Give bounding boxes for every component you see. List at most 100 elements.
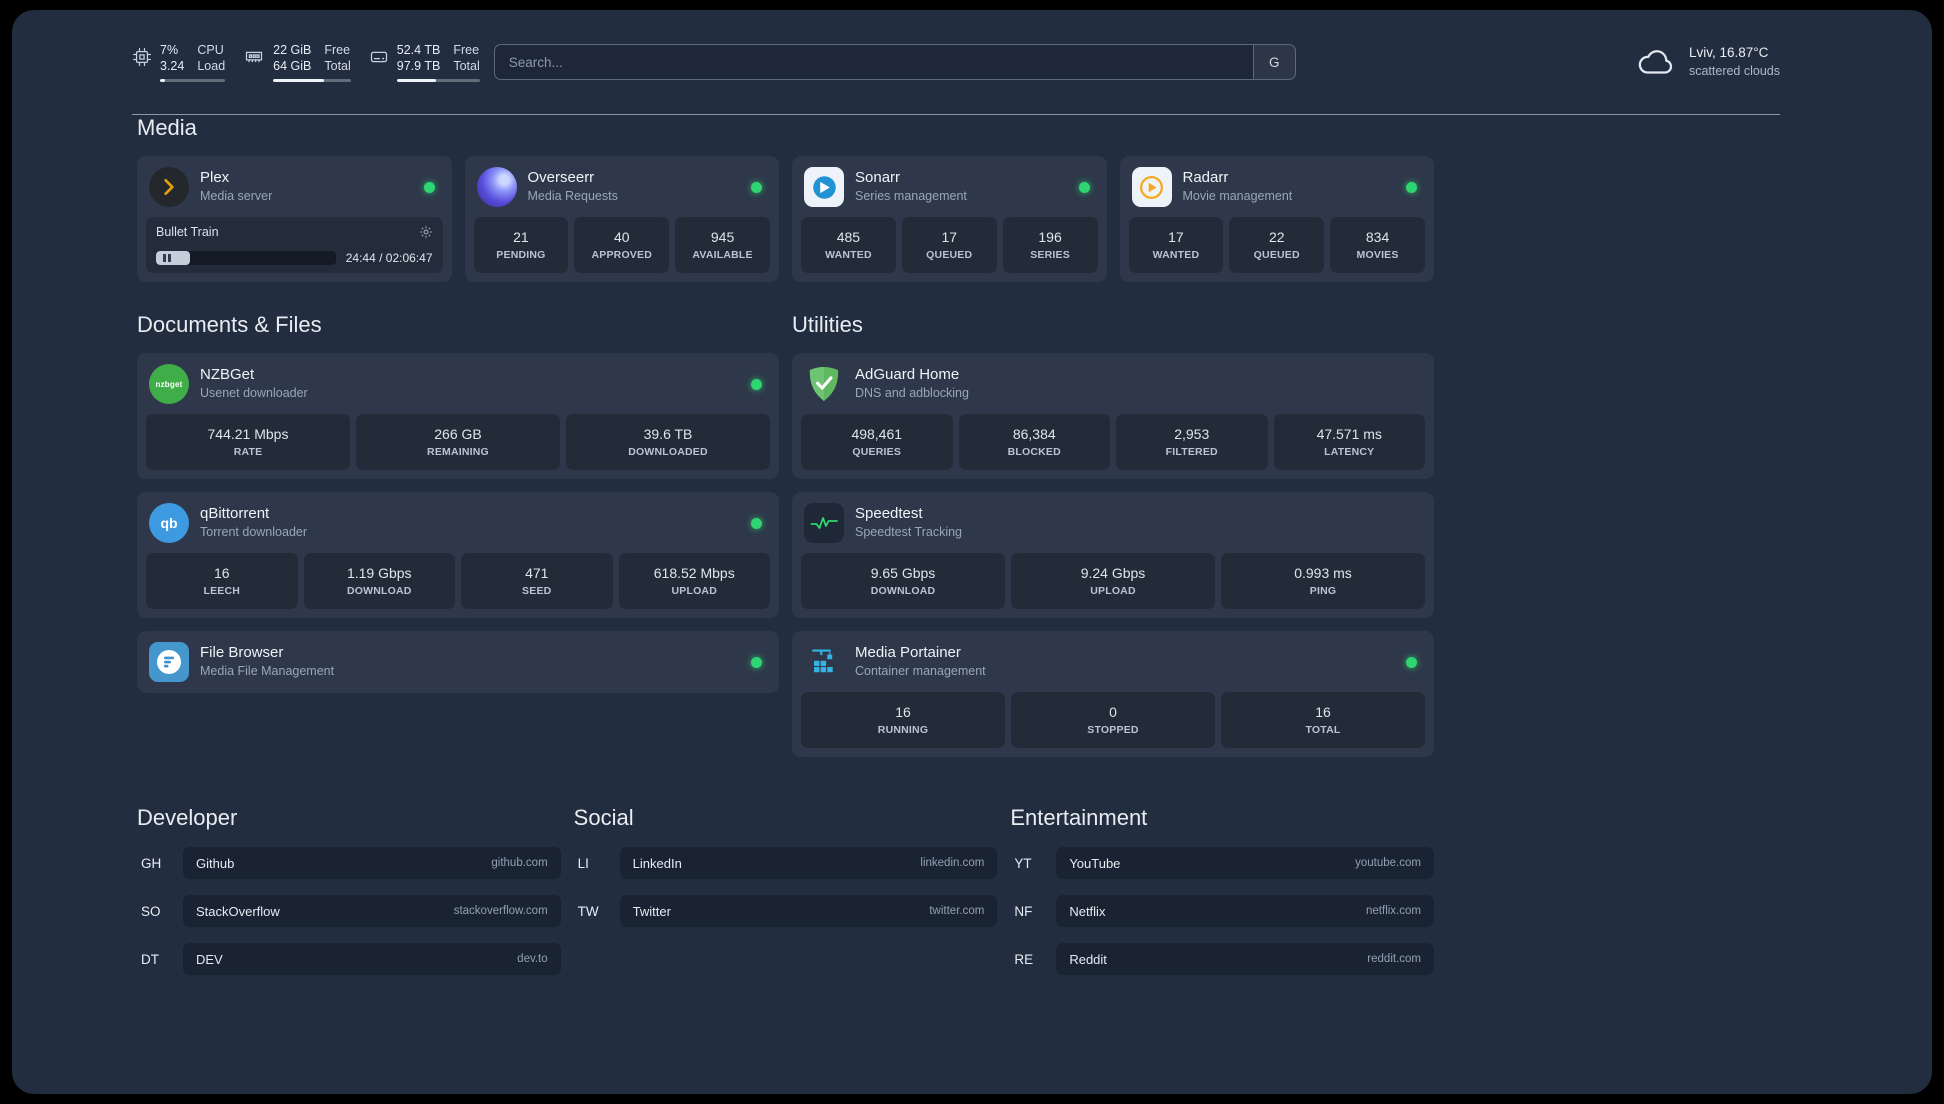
settings-icon[interactable]: [419, 225, 433, 239]
bookmark-stackoverflow[interactable]: SO StackOverflow stackoverflow.com: [137, 895, 561, 927]
search-input[interactable]: [494, 45, 1253, 79]
service-card-filebrowser[interactable]: File Browser Media File Management: [137, 631, 779, 693]
search-provider-button[interactable]: G: [1252, 45, 1295, 79]
stat-tile: 16 TOTAL: [1221, 692, 1425, 748]
memory-usage-bar: [273, 78, 351, 82]
speedtest-icon: [804, 503, 844, 543]
bookmark-dev[interactable]: DT DEV dev.to: [137, 943, 561, 975]
bookmark-group-social: Social LI LinkedIn linkedin.com TW Twitte…: [574, 805, 998, 975]
status-dot: [751, 378, 762, 390]
filebrowser-icon: [149, 642, 189, 682]
service-card-plex[interactable]: Plex Media server Bullet Train 24:44 / 0…: [137, 156, 452, 282]
disk-total: 97.9 TB: [396, 59, 441, 74]
memory-total-label: Total: [324, 59, 351, 74]
status-dot: [423, 181, 435, 193]
service-name: Media Portainer: [855, 644, 961, 662]
stat-tile: 834 MOVIES: [1330, 217, 1425, 273]
service-description: Torrent downloader: [200, 525, 308, 540]
stat-tile: 196 SERIES: [1002, 217, 1098, 273]
status-dot: [1078, 181, 1090, 193]
portainer-icon: [804, 642, 844, 682]
service-description: Media server: [200, 189, 273, 204]
weather-condition: scattered clouds: [1688, 63, 1780, 78]
stat-tile: 485 WANTED: [801, 217, 896, 273]
stat-tile: 16 LEECH: [146, 553, 298, 609]
service-name: Plex: [200, 169, 230, 187]
disk-free-label: Free: [453, 43, 480, 57]
service-name: Radarr: [1182, 169, 1229, 187]
radarr-icon: [1131, 167, 1172, 207]
service-card-sonarr[interactable]: Sonarr Series management 485 WANTED 17 Q…: [792, 156, 1107, 282]
section-title-media: Media: [137, 115, 197, 140]
qbittorrent-icon: qb: [149, 503, 189, 543]
cloud-icon: [1638, 50, 1673, 74]
cpu-label: CPU: [197, 43, 224, 57]
content: Media Plex Media server Bullet Train 24:…: [137, 115, 1434, 1015]
stat-tile: 86,384 BLOCKED: [958, 414, 1110, 470]
cpu-usage: 7%: [160, 43, 179, 57]
service-card-adguard[interactable]: AdGuard Home DNS and adblocking 498,461 …: [792, 353, 1434, 479]
weather-location-temp: Lviv, 16.87°C: [1688, 45, 1769, 61]
stat-tile: 21 PENDING: [473, 217, 569, 273]
memory-free: 22 GiB: [273, 43, 312, 57]
plex-icon: [149, 167, 189, 207]
search-bar: G: [493, 44, 1296, 80]
bookmark-youtube[interactable]: YT YouTube youtube.com: [1010, 847, 1434, 879]
cpu-load-label: Load: [197, 59, 226, 74]
sonarr-icon: [804, 167, 844, 207]
stat-tile: 1.19 Gbps DOWNLOAD: [303, 553, 455, 609]
stat-tile: 17 QUEUED: [901, 217, 997, 273]
bookmark-github[interactable]: GH Github github.com: [137, 847, 561, 879]
playback-progress-fill: [156, 251, 191, 265]
stat-tile: 9.65 Gbps DOWNLOAD: [801, 553, 1005, 609]
status-dot: [751, 181, 762, 193]
service-name: Sonarr: [855, 169, 901, 187]
stat-tile: 744.21 Mbps RATE: [146, 414, 350, 470]
stat-tile: 2,953 FILTERED: [1116, 414, 1268, 470]
disk-usage-bar: [396, 78, 480, 82]
section-title-developer: Developer: [137, 805, 238, 830]
service-card-overseerr[interactable]: Overseerr Media Requests 21 PENDING 40 A…: [464, 156, 779, 282]
bookmark-group-developer: Developer GH Github github.com SO StackOv…: [137, 805, 561, 975]
cpu-widget: 7% 3.24 CPU Load: [132, 42, 226, 82]
documents-column: Documents & Files nzbget NZBGet Usenet d…: [137, 312, 779, 693]
stat-tile: 16 RUNNING: [801, 692, 1005, 748]
two-column-row: Documents & Files nzbget NZBGet Usenet d…: [137, 312, 1434, 757]
service-card-portainer[interactable]: Media Portainer Container management 16 …: [792, 631, 1434, 757]
section-title-entertainment: Entertainment: [1010, 805, 1148, 830]
service-name: NZBGet: [200, 366, 255, 384]
bookmark-twitter[interactable]: TW Twitter twitter.com: [574, 895, 998, 927]
service-description: Usenet downloader: [200, 386, 308, 401]
bookmark-linkedin[interactable]: LI LinkedIn linkedin.com: [574, 847, 998, 879]
service-name: qBittorrent: [200, 505, 270, 523]
stat-tile: 39.6 TB DOWNLOADED: [566, 414, 770, 470]
service-card-speedtest[interactable]: Speedtest Speedtest Tracking 9.65 Gbps D…: [792, 492, 1434, 618]
disk-widget: 52.4 TB 97.9 TB Free Total: [369, 42, 480, 82]
stat-tile: 471 SEED: [461, 553, 613, 609]
stat-tile: 945 AVAILABLE: [675, 217, 770, 273]
service-description: DNS and adblocking: [855, 386, 969, 401]
dashboard: 7% 3.24 CPU Load 22 GiB 64 GiB Free Tota…: [12, 10, 1932, 1094]
playback-progress-bar: [156, 251, 336, 265]
weather-widget[interactable]: Lviv, 16.87°C scattered clouds: [1635, 44, 1780, 79]
service-card-nzbget[interactable]: nzbget NZBGet Usenet downloader 744.21 M…: [137, 353, 779, 479]
overseerr-icon: [476, 167, 517, 207]
service-description: Container management: [855, 664, 986, 679]
bookmark-reddit[interactable]: RE Reddit reddit.com: [1010, 943, 1434, 975]
status-dot: [751, 656, 762, 668]
service-name: Overseerr: [527, 169, 595, 187]
memory-free-label: Free: [324, 43, 351, 57]
stat-tile: 0.993 ms PING: [1221, 553, 1425, 609]
service-description: Media File Management: [200, 664, 335, 679]
section-title-documents: Documents & Files: [137, 312, 322, 337]
cpu-load: 3.24: [160, 59, 185, 74]
service-name: AdGuard Home: [855, 366, 960, 384]
service-card-qbittorrent[interactable]: qb qBittorrent Torrent downloader 16 LEE…: [137, 492, 779, 618]
top-bar: 7% 3.24 CPU Load 22 GiB 64 GiB Free Tota…: [132, 36, 1780, 88]
resource-monitors: 7% 3.24 CPU Load 22 GiB 64 GiB Free Tota…: [132, 42, 480, 82]
service-card-radarr[interactable]: Radarr Movie management 17 WANTED 22 QUE…: [1119, 156, 1434, 282]
stat-tile: 40 APPROVED: [574, 217, 670, 273]
bookmark-netflix[interactable]: NF Netflix netflix.com: [1010, 895, 1434, 927]
stat-tile: 9.24 Gbps UPLOAD: [1011, 553, 1215, 609]
disk-total-label: Total: [453, 59, 480, 74]
